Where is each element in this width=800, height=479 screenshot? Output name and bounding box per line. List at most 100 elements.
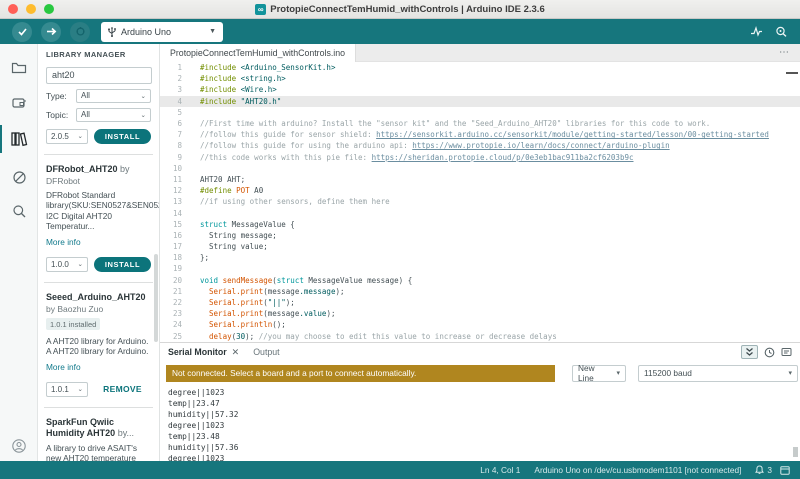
notification-center-button[interactable] <box>780 465 790 475</box>
code-line-15[interactable]: 15 struct MessageValue { <box>160 219 800 230</box>
library-books-icon <box>10 131 28 147</box>
library-item-title: DFRobot_AHT20 by <box>46 164 151 175</box>
code-line-8[interactable]: 8 //follow this guide for using the ardui… <box>160 140 800 151</box>
code-line-24[interactable]: 24 Serial.println(); <box>160 319 800 330</box>
line-number: 24 <box>172 320 182 330</box>
overview-ruler-cursor <box>786 72 798 74</box>
notifications-button[interactable]: 3 <box>755 465 772 475</box>
library-name: SparkFun Qwiic Humidity AHT20 <box>46 416 116 438</box>
installed-badge: 1.0.1 installed <box>46 318 101 330</box>
title-bar: ∞ ProtopieConnectTemHumid_withControls |… <box>0 0 800 19</box>
code-line-6[interactable]: 6 //First time with arduino? Install the … <box>160 118 800 129</box>
code-line-3[interactable]: 3 #include <Wire.h> <box>160 84 800 95</box>
library-manager-header: LIBRARY MANAGER <box>46 50 126 59</box>
code-line-16[interactable]: 16 String message; <box>160 230 800 241</box>
sidebar-item-debug[interactable] <box>0 162 38 192</box>
verify-button[interactable] <box>12 21 32 42</box>
code-line-13[interactable]: 13 //if using other sensors, define them … <box>160 196 800 207</box>
version-dropdown[interactable]: 1.0.1 ⌄ <box>46 381 88 397</box>
line-number: 21 <box>172 286 182 296</box>
close-icon[interactable]: ✕ <box>232 347 240 358</box>
code-line-18[interactable]: 18}; <box>160 252 800 263</box>
upload-button[interactable] <box>41 21 61 42</box>
line-content: struct MessageValue { <box>200 219 295 229</box>
serial-monitor-button[interactable] <box>775 26 788 38</box>
cursor-position[interactable]: Ln 4, Col 1 <box>480 465 520 475</box>
code-line-9[interactable]: 9 //this code works with this pie file: h… <box>160 152 800 163</box>
code-line-2[interactable]: 2 #include <string.h> <box>160 73 800 84</box>
library-name: Seeed_Arduino_AHT20 <box>46 291 146 302</box>
line-content: String message; <box>200 230 277 240</box>
version-dropdown[interactable]: 2.0.5 ⌄ <box>46 128 88 144</box>
topic-filter-dropdown[interactable]: All ⌄ <box>76 107 151 122</box>
code-editor[interactable]: 1 #include <Arduino_SensorKit.h> 2 #include… <box>160 62 800 342</box>
code-line-21[interactable]: 21 Serial.print(message.message); <box>160 286 800 297</box>
serial-output-scrollbar[interactable] <box>793 447 798 457</box>
code-line-20[interactable]: 20 void sendMessage(struct MessageValue m… <box>160 275 800 286</box>
code-line-11[interactable]: 11 AHT20 AHT; <box>160 174 800 185</box>
code-line-12[interactable]: 12 #define POT A0 <box>160 185 800 196</box>
toggle-autoscroll-button[interactable] <box>741 345 758 359</box>
install-button[interactable]: INSTALL <box>94 256 151 272</box>
line-number: 8 <box>177 141 182 151</box>
serial-monitor-panel: Serial Monitor ✕ Output Not connected. S… <box>160 342 800 461</box>
line-number: 6 <box>177 119 182 129</box>
toolbar: Arduino Uno ▼ <box>0 19 800 44</box>
code-line-23[interactable]: 23 Serial.print(message.value); <box>160 308 800 319</box>
clear-output-button[interactable] <box>781 347 792 357</box>
user-avatar-icon <box>11 438 27 454</box>
code-line-7[interactable]: 7 //follow this guide for sensor shield: … <box>160 129 800 140</box>
line-content: #include <Arduino_SensorKit.h> <box>200 63 336 73</box>
tab-serial-monitor[interactable]: Serial Monitor ✕ <box>168 347 239 358</box>
tab-output[interactable]: Output <box>253 347 279 357</box>
line-content: #include <string.h> <box>200 74 286 84</box>
debug-button[interactable] <box>70 21 90 42</box>
version-dropdown[interactable]: 1.0.0 ⌄ <box>46 256 88 272</box>
sidebar-item-library-manager[interactable] <box>0 122 38 156</box>
line-ending-dropdown[interactable]: New Line ▾ <box>572 363 626 383</box>
line-number: 17 <box>172 242 182 252</box>
code-line-5[interactable]: 5 <box>160 107 800 118</box>
remove-button[interactable]: REMOVE <box>94 384 151 394</box>
code-line-22[interactable]: 22 Serial.print("||"); <box>160 297 800 308</box>
board-port-status[interactable]: Arduino Uno on /dev/cu.usbmodem1101 [not… <box>534 465 741 475</box>
line-number: 15 <box>172 219 182 229</box>
serial-output[interactable]: degree||1023 temp||23.47 humidity||57.32 de… <box>160 385 800 461</box>
library-description: DFRobot Standard library(SKU:SEN0527&SEN… <box>46 189 160 232</box>
code-line-4[interactable]: 4 #include "AHT20.h" <box>160 95 800 107</box>
serial-plotter-button[interactable] <box>750 26 763 37</box>
line-number: 25 <box>172 331 182 341</box>
board-selector-dropdown[interactable]: Arduino Uno ▼ <box>101 21 223 42</box>
timestamp-toggle-button[interactable] <box>764 347 775 358</box>
library-manager-panel: LIBRARY MANAGER Type: All ⌄ Topic: All ⌄… <box>38 44 160 461</box>
library-search-input[interactable] <box>46 66 152 84</box>
tab-overflow-menu[interactable]: ⋯ <box>779 47 790 58</box>
topic-filter-label: Topic: <box>46 109 69 120</box>
code-line-19[interactable]: 19 <box>160 263 800 274</box>
baud-rate-dropdown[interactable]: 115200 baud ▾ <box>638 364 798 382</box>
code-line-10[interactable]: 10 <box>160 163 800 174</box>
library-panel-scrollbar[interactable] <box>154 254 158 342</box>
library-description: A AHT20 library for Arduino. A AHT20 lib… <box>46 335 149 357</box>
library-item: Seeed_Arduino_AHT20 by Baozhu Zuo 1.0.1 in… <box>46 283 151 397</box>
serial-output-line: degree||1023 <box>168 454 225 461</box>
line-number: 10 <box>172 163 182 173</box>
arduino-ide-window: ∞ ProtopieConnectTemHumid_withControls |… <box>0 0 800 479</box>
code-line-14[interactable]: 14 <box>160 207 800 218</box>
more-info-link[interactable]: More info <box>46 237 81 247</box>
sidebar-item-sketchbook[interactable] <box>0 52 38 82</box>
version-value: 1.0.0 <box>51 259 69 269</box>
code-line-17[interactable]: 17 String value; <box>160 241 800 252</box>
code-line-1[interactable]: 1 #include <Arduino_SensorKit.h> <box>160 62 800 73</box>
sidebar-item-boards-manager[interactable] <box>0 88 38 118</box>
sidebar-item-search[interactable] <box>0 196 38 226</box>
more-info-link[interactable]: More info <box>46 362 81 372</box>
install-button[interactable]: INSTALL <box>94 128 151 144</box>
chevron-down-icon: ⌄ <box>77 133 83 140</box>
line-content: void sendMessage(struct MessageValue mes… <box>200 275 413 285</box>
editor-tab[interactable]: ProtopieConnectTemHumid_withControls.ino <box>160 43 357 62</box>
code-line-25[interactable]: 25 delay(30); //you may choose to edit t… <box>160 331 800 342</box>
account-button[interactable] <box>0 435 38 457</box>
type-filter-dropdown[interactable]: All ⌄ <box>76 88 151 103</box>
line-content: //if using other sensors, define them he… <box>200 197 390 207</box>
